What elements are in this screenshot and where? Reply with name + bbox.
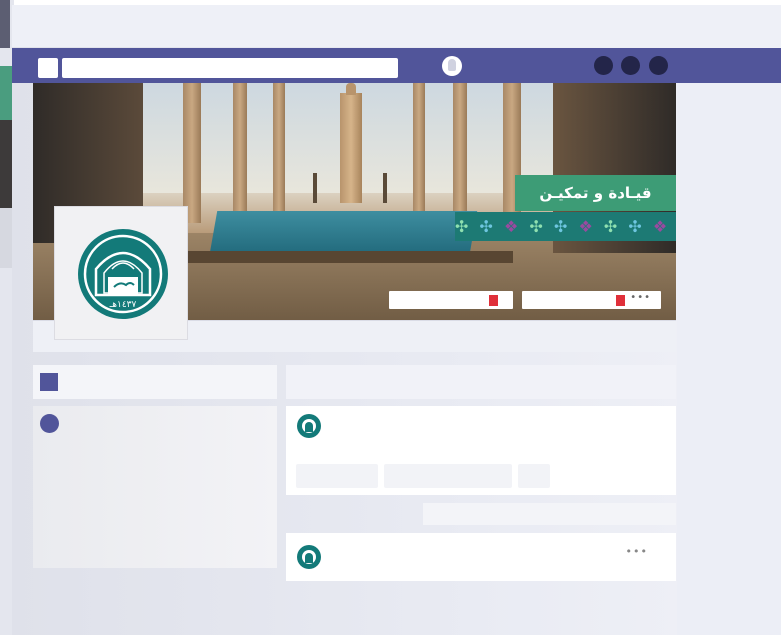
right-sidebar xyxy=(677,83,781,635)
post-action-button[interactable] xyxy=(296,464,378,488)
pattern-glyph: ❖ xyxy=(578,217,596,236)
pattern-glyph: ✣ xyxy=(628,217,645,236)
cover-palm xyxy=(383,173,387,203)
cover-pattern-band: ✣ ✣ ❖ ✣ ✣ ❖ ✣ ✣ ❖ ✣ xyxy=(455,212,676,241)
cover-palm xyxy=(313,173,317,203)
page-avatar-icon xyxy=(297,414,321,438)
search-input[interactable] xyxy=(62,58,398,78)
create-post-card xyxy=(286,406,676,495)
post-action-button[interactable] xyxy=(518,464,550,488)
cover-slogan: قيـادة و تمكيـن xyxy=(515,175,676,211)
browser-top-area xyxy=(12,5,781,47)
flag-icon xyxy=(616,295,625,306)
follow-button[interactable]: ••• xyxy=(522,291,661,309)
create-post-header[interactable] xyxy=(286,365,676,399)
cover-pillar xyxy=(413,83,425,213)
pattern-glyph: ❖ xyxy=(652,217,671,236)
background-strip xyxy=(0,0,10,48)
like-button[interactable] xyxy=(389,291,513,309)
cover-pillar xyxy=(273,83,285,213)
pattern-glyph: ✣ xyxy=(529,217,546,236)
top-navbar xyxy=(12,48,781,83)
svg-text:١٤٣٧هـ: ١٤٣٧هـ xyxy=(109,300,137,310)
notifications-icon[interactable] xyxy=(649,56,668,75)
friend-requests-icon[interactable] xyxy=(594,56,613,75)
more-options-icon[interactable]: ••• xyxy=(630,292,651,303)
post-more-options-icon[interactable]: ••• xyxy=(626,545,648,558)
user-avatar-icon[interactable] xyxy=(442,56,462,76)
intro-dot-icon xyxy=(40,414,59,433)
left-section-header xyxy=(33,365,277,399)
cover-pillar xyxy=(453,83,467,223)
pattern-glyph: ✣ xyxy=(479,217,496,236)
posts-filter-bar[interactable] xyxy=(423,503,676,525)
post-action-button[interactable] xyxy=(384,464,512,488)
cover-clock-tower xyxy=(340,83,362,203)
messages-icon[interactable] xyxy=(621,56,640,75)
intro-card xyxy=(33,406,277,568)
profile-picture[interactable]: ١٤٣٧هـ xyxy=(54,206,188,340)
cover-pillar xyxy=(183,83,201,223)
flag-icon xyxy=(489,295,498,306)
cover-pillar xyxy=(233,83,247,223)
pattern-glyph: ✣ xyxy=(603,217,621,236)
pattern-glyph: ✣ xyxy=(455,217,472,236)
background-strip xyxy=(0,120,12,208)
pattern-glyph: ✣ xyxy=(553,217,571,236)
pattern-glyph: ❖ xyxy=(504,217,522,236)
facebook-page-mockup: قيـادة و تمكيـن ✣ ✣ ❖ ✣ ✣ ❖ ✣ ✣ ❖ ✣ ••• xyxy=(12,5,781,635)
site-logo-icon[interactable] xyxy=(38,58,58,78)
page-avatar-icon xyxy=(297,545,321,569)
post-card: ••• xyxy=(286,533,676,581)
cover-pool-edge xyxy=(183,251,513,263)
university-logo-icon: ١٤٣٧هـ xyxy=(83,234,163,314)
background-strip xyxy=(0,66,12,120)
section-square-icon xyxy=(40,373,58,391)
university-logo: ١٤٣٧هـ xyxy=(78,229,168,319)
